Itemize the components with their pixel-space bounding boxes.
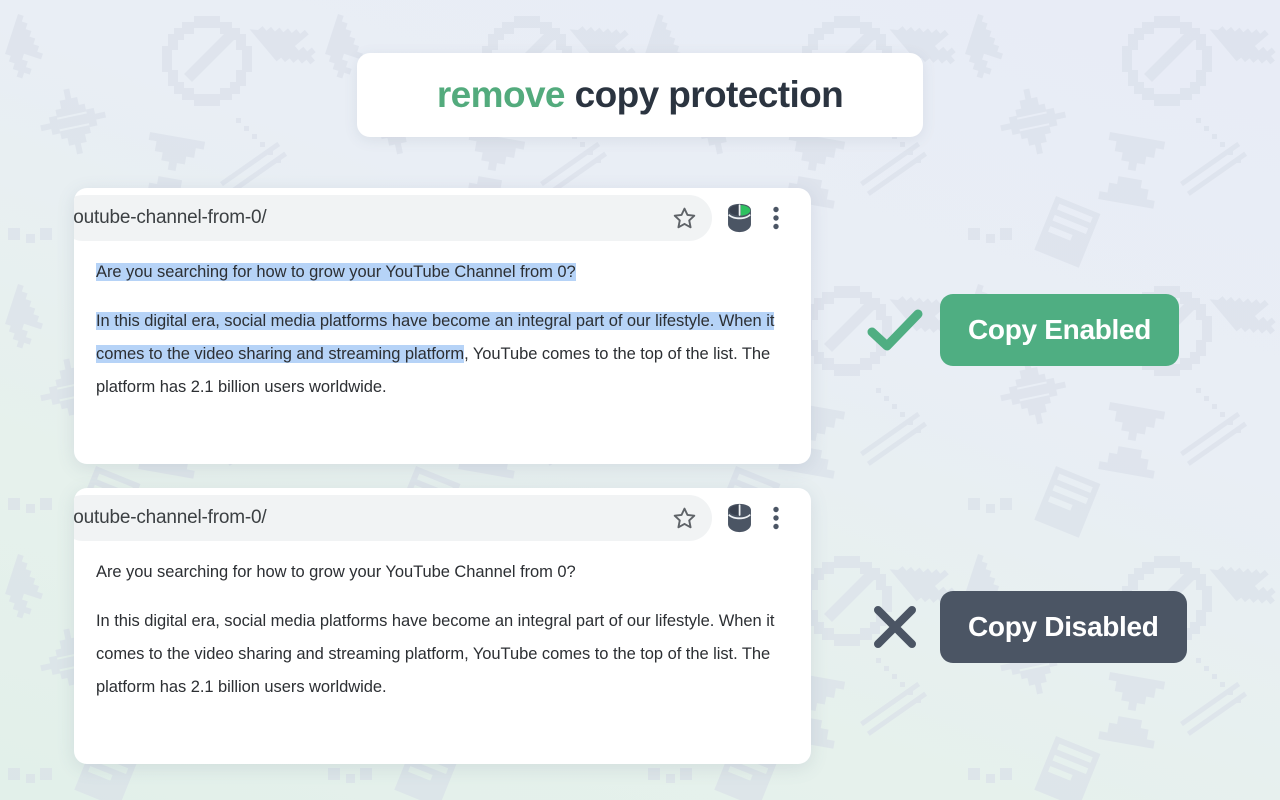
star-icon[interactable] xyxy=(670,504,698,532)
article-paragraph-2-enabled: In this digital era, social media platfo… xyxy=(96,305,789,404)
browser-card-copy-enabled: youtube-channel-from-0/ Are you searchin… xyxy=(74,188,811,464)
page-title-card: remove copy protection xyxy=(357,53,923,137)
url-text-disabled: youtube-channel-from-0/ xyxy=(74,507,267,528)
status-badge-copy-disabled: Copy Disabled xyxy=(940,591,1187,663)
address-bar-enabled[interactable]: youtube-channel-from-0/ xyxy=(74,195,712,241)
article-paragraph-1-enabled: Are you searching for how to grow your Y… xyxy=(96,256,789,289)
page-title: remove copy protection xyxy=(436,74,844,116)
browser-toolbar-enabled: youtube-channel-from-0/ xyxy=(74,188,811,248)
page-title-accent-word: remove xyxy=(436,74,566,115)
check-icon xyxy=(866,301,924,359)
selected-text-p1: Are you searching for how to grow your Y… xyxy=(96,263,576,281)
toolbar-icons-disabled xyxy=(722,501,793,535)
status-group-copy-disabled: Copy Disabled xyxy=(866,591,1187,663)
article-body-disabled: Are you searching for how to grow your Y… xyxy=(74,548,811,704)
mouse-icon-green[interactable] xyxy=(722,201,756,235)
mouse-icon-dark[interactable] xyxy=(722,501,756,535)
address-bar-disabled[interactable]: youtube-channel-from-0/ xyxy=(74,495,712,541)
browser-toolbar-disabled: youtube-channel-from-0/ xyxy=(74,488,811,548)
toolbar-icons-enabled xyxy=(722,201,793,235)
kebab-menu-icon[interactable] xyxy=(759,201,793,235)
article-paragraph-2-disabled: In this digital era, social media platfo… xyxy=(96,612,775,696)
browser-card-copy-disabled: youtube-channel-from-0/ Are you searchin… xyxy=(74,488,811,764)
screenshot-stage: remove copy protection youtube-channel-f… xyxy=(0,0,1280,800)
kebab-menu-icon[interactable] xyxy=(759,501,793,535)
cross-icon xyxy=(866,598,924,656)
star-icon[interactable] xyxy=(670,204,698,232)
url-text-enabled: youtube-channel-from-0/ xyxy=(74,207,267,228)
page-title-rest: copy protection xyxy=(564,74,844,115)
status-badge-copy-enabled: Copy Enabled xyxy=(940,294,1180,366)
status-group-copy-enabled: Copy Enabled xyxy=(866,294,1180,366)
article-paragraph-1-disabled: Are you searching for how to grow your Y… xyxy=(96,563,576,581)
article-body-enabled: Are you searching for how to grow your Y… xyxy=(74,248,811,404)
